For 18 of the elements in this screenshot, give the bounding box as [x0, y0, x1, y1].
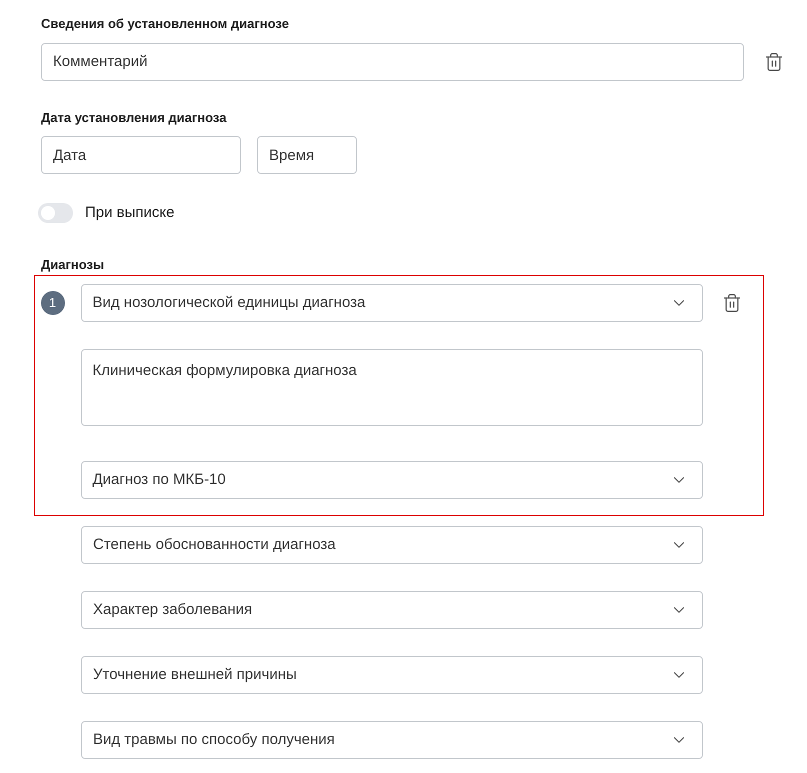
section-title: Диагнозы	[41, 256, 106, 274]
number-badge: 1	[40, 291, 64, 315]
comment-field[interactable]: Комментарий	[41, 42, 744, 80]
delete-icon[interactable]	[764, 52, 784, 72]
toggle-label: При выписке	[85, 203, 174, 223]
select-field[interactable]: Характер заболевания	[81, 591, 703, 629]
section-title: Дата установления диагноза	[41, 108, 228, 127]
time-field[interactable]: Время	[257, 136, 357, 174]
delete-icon[interactable]	[722, 293, 742, 313]
select-field[interactable]: Вид нозологической единицы диагноза	[80, 284, 702, 322]
select-field[interactable]: Уточнение внешней причины	[81, 656, 703, 694]
select-field[interactable]: Степень обоснованности диагноза	[81, 526, 703, 564]
section-title: Сведения об установленном диагнозе	[41, 15, 290, 33]
select-field[interactable]: Диагноз по МКБ-10	[80, 461, 702, 499]
select-field[interactable]: Вид травмы по способу получения	[81, 721, 703, 759]
toggle-switch[interactable]	[38, 203, 73, 224]
textarea-field[interactable]: Клиническая формулировка диагноза	[80, 349, 702, 426]
date-field[interactable]: Дата	[41, 136, 241, 174]
